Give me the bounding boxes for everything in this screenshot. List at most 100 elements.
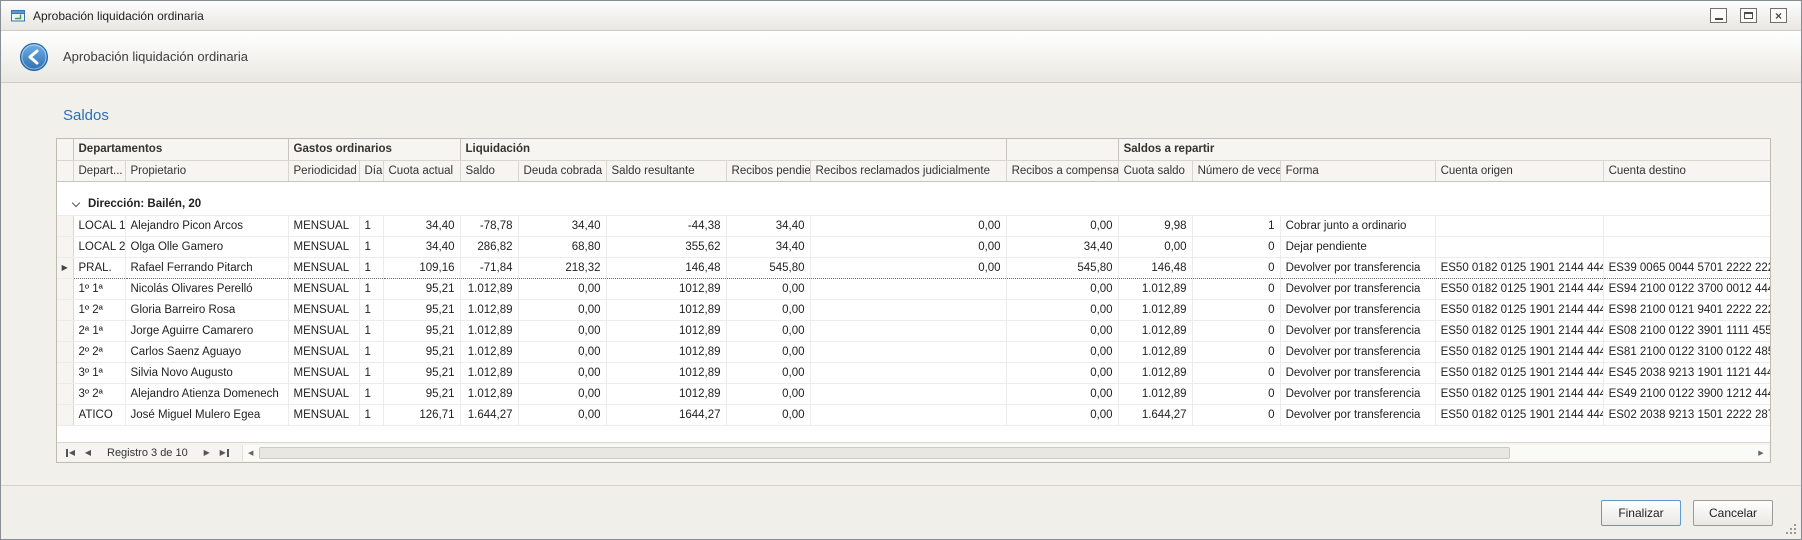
- cell-cuota-saldo[interactable]: 1.012,89: [1118, 278, 1192, 299]
- cell-saldo[interactable]: 1.012,89: [460, 320, 518, 341]
- cell-recibos-pendientes[interactable]: 0,00: [726, 362, 810, 383]
- cell-deuda-cobrada[interactable]: 0,00: [518, 362, 606, 383]
- finalizar-button[interactable]: Finalizar: [1601, 500, 1681, 526]
- cell-cuenta-destino[interactable]: ES98 2100 0121 9401 2222 2222: [1603, 299, 1770, 320]
- cell-recibos-reclamados[interactable]: [810, 299, 1006, 320]
- cell-deuda-cobrada[interactable]: 68,80: [518, 236, 606, 257]
- scroll-right-icon[interactable]: ▶: [1753, 449, 1769, 457]
- cell-propietario[interactable]: Nicolás Olivares Perelló: [125, 278, 288, 299]
- column-header-cuota-saldo[interactable]: Cuota saldo: [1118, 160, 1192, 181]
- cell-periodicidad[interactable]: MENSUAL: [288, 278, 359, 299]
- cell-numero-de-veces[interactable]: 0: [1192, 236, 1280, 257]
- cell-cuota-actual[interactable]: 34,40: [383, 236, 460, 257]
- cell-cuenta-origen[interactable]: [1435, 215, 1603, 236]
- cell-recibos-a-compensar[interactable]: 0,00: [1006, 278, 1118, 299]
- cell-numero-de-veces[interactable]: 0: [1192, 362, 1280, 383]
- cell-saldo[interactable]: 1.012,89: [460, 341, 518, 362]
- cell-numero-de-veces[interactable]: 0: [1192, 320, 1280, 341]
- cell-cuenta-origen[interactable]: ES50 0182 0125 1901 2144 4444: [1435, 341, 1603, 362]
- cell-cuenta-destino[interactable]: ES08 2100 0122 3901 1111 4555: [1603, 320, 1770, 341]
- cell-dia[interactable]: 1: [359, 362, 383, 383]
- cell-periodicidad[interactable]: MENSUAL: [288, 383, 359, 404]
- close-button[interactable]: ×: [1770, 8, 1787, 23]
- maximize-button[interactable]: [1740, 8, 1757, 23]
- cell-cuota-actual[interactable]: 95,21: [383, 278, 460, 299]
- cell-cuota-actual[interactable]: 34,40: [383, 215, 460, 236]
- column-header-deuda-cobrada[interactable]: Deuda cobrada: [518, 160, 606, 181]
- cell-recibos-pendientes[interactable]: 545,80: [726, 257, 810, 278]
- cell-recibos-reclamados[interactable]: [810, 320, 1006, 341]
- cell-cuota-actual[interactable]: 95,21: [383, 341, 460, 362]
- cell-recibos-pendientes[interactable]: 0,00: [726, 299, 810, 320]
- cell-cuota-saldo[interactable]: 1.644,27: [1118, 404, 1192, 425]
- cell-numero-de-veces[interactable]: 1: [1192, 215, 1280, 236]
- column-header-cuenta-origen[interactable]: Cuenta origen: [1435, 160, 1603, 181]
- cell-numero-de-veces[interactable]: 0: [1192, 383, 1280, 404]
- column-header-numero-de-veces[interactable]: Número de veces: [1192, 160, 1280, 181]
- cell-recibos-a-compensar[interactable]: 0,00: [1006, 299, 1118, 320]
- cell-cuota-saldo[interactable]: 1.012,89: [1118, 362, 1192, 383]
- minimize-button[interactable]: [1710, 8, 1727, 23]
- cell-saldo-resultante[interactable]: 1012,89: [606, 299, 726, 320]
- cell-saldo-resultante[interactable]: 1012,89: [606, 341, 726, 362]
- cell-cuenta-origen[interactable]: ES50 0182 0125 1901 2144 4444: [1435, 257, 1603, 278]
- cell-recibos-pendientes[interactable]: 34,40: [726, 236, 810, 257]
- column-header-recibos-reclamados[interactable]: Recibos reclamados judicialmente: [810, 160, 1006, 181]
- cell-recibos-a-compensar[interactable]: 0,00: [1006, 341, 1118, 362]
- cell-recibos-a-compensar[interactable]: 0,00: [1006, 215, 1118, 236]
- cell-cuota-actual[interactable]: 95,21: [383, 362, 460, 383]
- cell-numero-de-veces[interactable]: 0: [1192, 257, 1280, 278]
- cell-saldo-resultante[interactable]: 1012,89: [606, 362, 726, 383]
- cell-cuenta-origen[interactable]: ES50 0182 0125 1901 2144 4444: [1435, 278, 1603, 299]
- cell-saldo[interactable]: 1.012,89: [460, 278, 518, 299]
- column-header-recibos-pendientes[interactable]: Recibos pendientes: [726, 160, 810, 181]
- cell-deuda-cobrada[interactable]: 0,00: [518, 404, 606, 425]
- last-record-button[interactable]: ▶: [216, 445, 234, 461]
- cell-deuda-cobrada[interactable]: 0,00: [518, 278, 606, 299]
- cell-cuenta-origen[interactable]: ES50 0182 0125 1901 2144 4444: [1435, 299, 1603, 320]
- cell-recibos-pendientes[interactable]: 0,00: [726, 341, 810, 362]
- cell-depart[interactable]: 1º 2ª: [73, 299, 125, 320]
- cell-numero-de-veces[interactable]: 0: [1192, 341, 1280, 362]
- cell-recibos-a-compensar[interactable]: 545,80: [1006, 257, 1118, 278]
- next-record-button[interactable]: ▶: [198, 445, 216, 461]
- cell-cuota-actual[interactable]: 95,21: [383, 383, 460, 404]
- table-row[interactable]: LOCAL 2Olga Olle GameroMENSUAL134,40286,…: [57, 236, 1770, 257]
- cell-recibos-a-compensar[interactable]: 0,00: [1006, 383, 1118, 404]
- cell-cuenta-origen[interactable]: ES50 0182 0125 1901 2144 4444: [1435, 320, 1603, 341]
- cell-recibos-reclamados[interactable]: [810, 383, 1006, 404]
- cell-saldo-resultante[interactable]: 1644,27: [606, 404, 726, 425]
- cell-deuda-cobrada[interactable]: 34,40: [518, 215, 606, 236]
- cell-forma[interactable]: Devolver por transferencia: [1280, 341, 1435, 362]
- cell-forma[interactable]: Devolver por transferencia: [1280, 383, 1435, 404]
- cell-saldo[interactable]: 1.012,89: [460, 362, 518, 383]
- cell-periodicidad[interactable]: MENSUAL: [288, 236, 359, 257]
- column-header-saldo[interactable]: Saldo: [460, 160, 518, 181]
- cell-forma[interactable]: Devolver por transferencia: [1280, 257, 1435, 278]
- column-header-propietario[interactable]: Propietario: [125, 160, 288, 181]
- cell-dia[interactable]: 1: [359, 299, 383, 320]
- cell-cuenta-destino[interactable]: [1603, 215, 1770, 236]
- cell-deuda-cobrada[interactable]: 0,00: [518, 383, 606, 404]
- cell-depart[interactable]: 2ª 1ª: [73, 320, 125, 341]
- cell-saldo-resultante[interactable]: 1012,89: [606, 383, 726, 404]
- cell-cuenta-origen[interactable]: ES50 0182 0125 1901 2144 4444: [1435, 404, 1603, 425]
- cell-forma[interactable]: Dejar pendiente: [1280, 236, 1435, 257]
- cell-cuenta-destino[interactable]: ES39 0065 0044 5701 2222 2227: [1603, 257, 1770, 278]
- cell-recibos-reclamados[interactable]: [810, 341, 1006, 362]
- cell-recibos-reclamados[interactable]: 0,00: [810, 215, 1006, 236]
- cell-saldo-resultante[interactable]: 146,48: [606, 257, 726, 278]
- scroll-left-icon[interactable]: ◀: [243, 449, 259, 457]
- cell-dia[interactable]: 1: [359, 278, 383, 299]
- cell-saldo[interactable]: 1.644,27: [460, 404, 518, 425]
- cell-cuenta-destino[interactable]: ES45 2038 9213 1901 1121 4444: [1603, 362, 1770, 383]
- cell-depart[interactable]: LOCAL 1: [73, 215, 125, 236]
- cell-periodicidad[interactable]: MENSUAL: [288, 341, 359, 362]
- cell-depart[interactable]: 3º 2ª: [73, 383, 125, 404]
- cell-recibos-a-compensar[interactable]: 0,00: [1006, 320, 1118, 341]
- cell-cuota-saldo[interactable]: 1.012,89: [1118, 320, 1192, 341]
- cell-dia[interactable]: 1: [359, 383, 383, 404]
- cell-periodicidad[interactable]: MENSUAL: [288, 215, 359, 236]
- cell-propietario[interactable]: Gloria Barreiro Rosa: [125, 299, 288, 320]
- cell-dia[interactable]: 1: [359, 257, 383, 278]
